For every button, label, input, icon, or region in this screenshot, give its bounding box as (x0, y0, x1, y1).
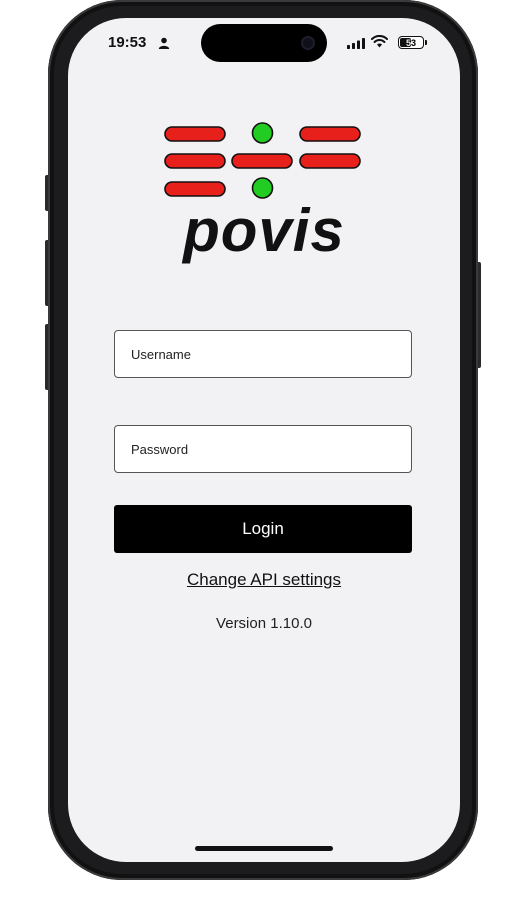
dynamic-island (201, 24, 327, 62)
status-time: 19:53 (108, 34, 147, 51)
version-label: Version 1.10.0 (216, 615, 312, 632)
app-screen: 19:53 53 povis Username Login Change API… (68, 18, 460, 862)
battery-icon: 53 (398, 36, 424, 49)
battery-level: 53 (405, 37, 416, 48)
password-input[interactable] (114, 425, 412, 473)
change-api-settings-link[interactable]: Change API settings (68, 570, 460, 590)
home-indicator[interactable] (195, 846, 333, 851)
logo-wordmark: povis (183, 197, 345, 264)
login-button[interactable]: Login (114, 505, 412, 553)
device-stage: 19:53 53 povis Username Login Change API… (0, 0, 507, 900)
username-input[interactable] (114, 330, 412, 378)
battery-tip (425, 40, 427, 45)
signal-icon (347, 38, 365, 49)
wifi-icon (371, 35, 388, 48)
front-camera-icon (301, 36, 315, 50)
person-icon (158, 37, 170, 49)
povis-logo-icon (164, 122, 361, 199)
